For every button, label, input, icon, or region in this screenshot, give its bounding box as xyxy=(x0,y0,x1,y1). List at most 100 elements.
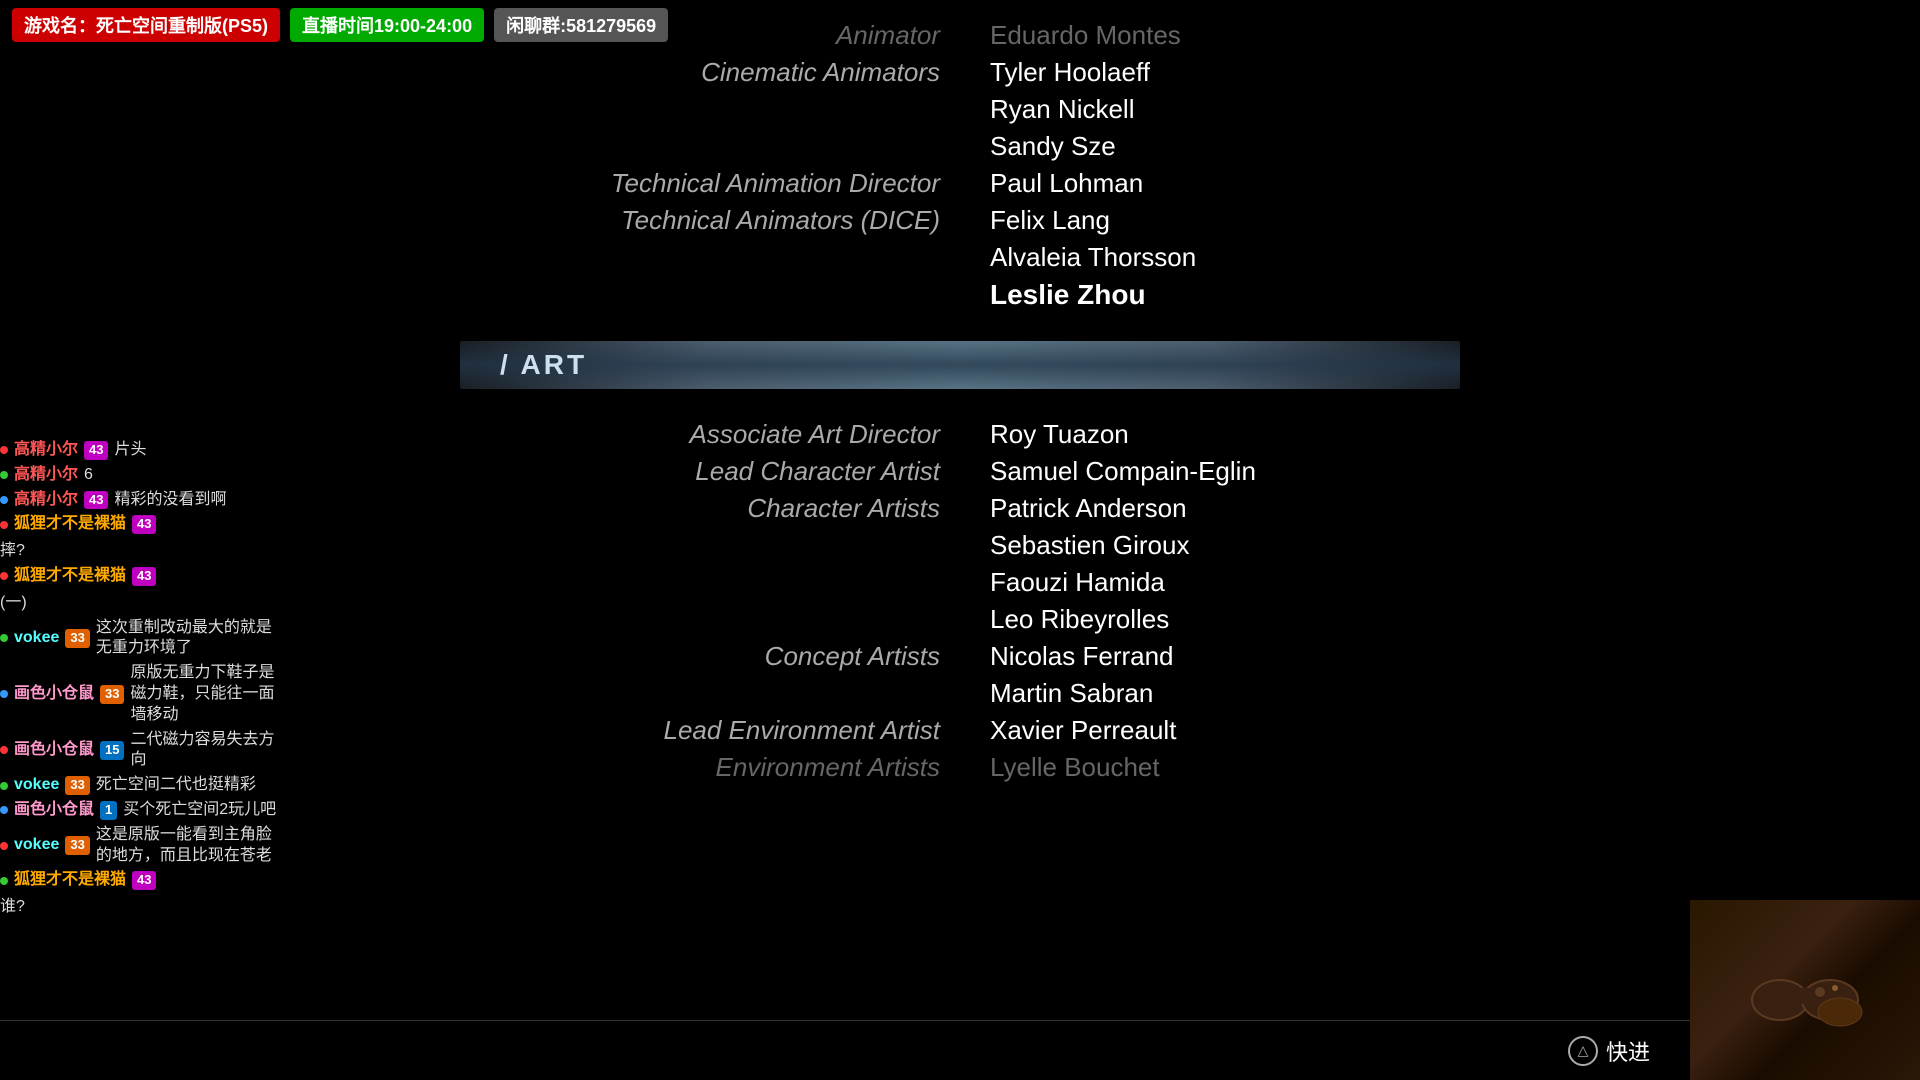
game-title-badge: 游戏名：死亡空间重制版(PS5) xyxy=(12,8,280,42)
fast-forward-label: 快进 xyxy=(1606,1035,1650,1067)
credit-row-faouzi: Faouzi Hamida xyxy=(360,567,1560,598)
chat-text: (一) xyxy=(0,593,280,614)
credit-name: Roy Tuazon xyxy=(980,419,1560,450)
chat-badge: 33 xyxy=(65,836,89,855)
chat-username: 高精小尔 xyxy=(14,490,78,511)
credit-role: Environment Artists xyxy=(400,752,980,783)
credit-name: Felix Lang xyxy=(980,205,1560,236)
credit-name: Faouzi Hamida xyxy=(980,567,1560,598)
chat-text: 这次重制改动最大的就是无重力环境了 xyxy=(96,618,280,660)
chat-badge: 43 xyxy=(132,567,156,586)
chat-username: vokee xyxy=(14,775,59,796)
credit-row-tech-anim-dice: Technical Animators (DICE) Felix Lang xyxy=(360,205,1560,236)
credit-row-leslie: Leslie Zhou xyxy=(360,279,1560,311)
credit-role: Concept Artists xyxy=(400,641,980,672)
credit-row-lead-env: Lead Environment Artist Xavier Perreault xyxy=(360,715,1560,746)
credit-role xyxy=(400,530,980,561)
chat-username: 狐狸才不是裸猫 xyxy=(14,514,126,535)
credit-row-concept: Concept Artists Nicolas Ferrand xyxy=(360,641,1560,672)
section-label: / ART xyxy=(500,349,587,381)
chat-username: vokee xyxy=(14,628,59,649)
credit-row-martin: Martin Sabran xyxy=(360,678,1560,709)
credit-row-assoc-art-dir: Associate Art Director Roy Tuazon xyxy=(360,419,1560,450)
online-dot xyxy=(0,521,8,529)
credit-role: Cinematic Animators xyxy=(400,57,980,88)
credit-role xyxy=(400,604,980,635)
chat-username: vokee xyxy=(14,835,59,856)
credit-row-env-artists: Environment Artists Lyelle Bouchet xyxy=(360,752,1560,783)
credit-role xyxy=(400,94,980,125)
art-credits: Associate Art Director Roy Tuazon Lead C… xyxy=(360,419,1560,783)
credit-role: Lead Environment Artist xyxy=(400,715,980,746)
credits-content: Animator Eduardo Montes Cinematic Animat… xyxy=(360,20,1560,789)
credit-row-ryan: Ryan Nickell xyxy=(360,94,1560,125)
online-dot xyxy=(0,877,8,885)
credit-row-sandy: Sandy Sze xyxy=(360,131,1560,162)
credit-role: Character Artists xyxy=(400,493,980,524)
chat-username: 高精小尔 xyxy=(14,440,78,461)
chat-badge: 43 xyxy=(132,515,156,534)
credit-name: Xavier Perreault xyxy=(980,715,1560,746)
art-section-divider: / ART xyxy=(460,341,1460,389)
chat-message: 高精小尔 43 精彩的没看到啊 xyxy=(0,490,280,511)
chat-message: vokee 33 死亡空间二代也挺精彩 xyxy=(0,775,280,796)
credit-name: Tyler Hoolaeff xyxy=(980,57,1560,88)
chat-message: 画色小仓鼠 15 二代磁力容易失去方向 xyxy=(0,730,280,772)
chat-username: 高精小尔 xyxy=(14,465,78,486)
chat-text: 谁? xyxy=(0,897,280,918)
chat-text: 原版无重力下鞋子是磁力鞋，只能往一面墙移动 xyxy=(130,663,280,725)
chat-text: 6 xyxy=(84,465,280,486)
credit-name: Patrick Anderson xyxy=(980,493,1560,524)
credit-role xyxy=(400,131,980,162)
credit-row-char-artists: Character Artists Patrick Anderson xyxy=(360,493,1560,524)
credit-role xyxy=(400,279,980,311)
credit-role xyxy=(400,678,980,709)
chat-message: 高精小尔 6 xyxy=(0,465,280,486)
triangle-button-icon[interactable]: △ xyxy=(1568,1036,1598,1066)
chat-message: vokee 33 这次重制改动最大的就是无重力环境了 xyxy=(0,618,280,660)
video-inner xyxy=(1690,900,1920,1080)
credit-row-lead-char: Lead Character Artist Samuel Compain-Egl… xyxy=(360,456,1560,487)
chat-message: 画色小仓鼠 1 买个死亡空间2玩儿吧 xyxy=(0,800,280,821)
fast-forward-control[interactable]: △ 快进 xyxy=(1568,1035,1650,1067)
chat-message: 高精小尔 43 片头 xyxy=(0,440,280,461)
credit-name: Nicolas Ferrand xyxy=(980,641,1560,672)
credit-row-cinematic: Cinematic Animators Tyler Hoolaeff xyxy=(360,57,1560,88)
chat-username: 画色小仓鼠 xyxy=(14,800,94,821)
video-thumbnail xyxy=(1690,900,1920,1080)
credit-row-leo: Leo Ribeyrolles xyxy=(360,604,1560,635)
chat-badge: 43 xyxy=(84,491,108,510)
credit-row-tech-anim-dir: Technical Animation Director Paul Lohman xyxy=(360,168,1560,199)
online-dot xyxy=(0,496,8,504)
credit-role: Associate Art Director xyxy=(400,419,980,450)
chat-badge: 33 xyxy=(65,776,89,795)
credit-name: Leo Ribeyrolles xyxy=(980,604,1560,635)
chat-overlay: 高精小尔 43 片头 高精小尔 6 高精小尔 43 精彩的没看到啊 狐狸才不是裸… xyxy=(0,440,280,922)
top-bar: 游戏名：死亡空间重制版(PS5) 直播时间19:00-24:00 闲聊群:581… xyxy=(0,0,1920,50)
chat-message: 画色小仓鼠 33 原版无重力下鞋子是磁力鞋，只能往一面墙移动 xyxy=(0,663,280,725)
credit-name: Alvaleia Thorsson xyxy=(980,242,1560,273)
online-dot xyxy=(0,842,8,850)
chat-message: 狐狸才不是裸猫 43 摔? xyxy=(0,514,280,562)
chat-text: 片头 xyxy=(114,440,280,461)
chat-text: 二代磁力容易失去方向 xyxy=(130,730,280,772)
credit-name: Sebastien Giroux xyxy=(980,530,1560,561)
group-badge: 闲聊群:581279569 xyxy=(494,8,668,42)
chat-username: 画色小仓鼠 xyxy=(14,740,94,761)
online-dot xyxy=(0,746,8,754)
online-dot xyxy=(0,690,8,698)
controller-icon xyxy=(1745,950,1865,1030)
credit-name: Lyelle Bouchet xyxy=(980,752,1560,783)
online-dot xyxy=(0,446,8,454)
chat-badge: 43 xyxy=(84,441,108,460)
credit-name: Leslie Zhou xyxy=(980,279,1560,311)
chat-badge: 33 xyxy=(100,685,124,704)
chat-username: 狐狸才不是裸猫 xyxy=(14,566,126,587)
chat-badge: 1 xyxy=(100,801,117,820)
stream-time-badge: 直播时间19:00-24:00 xyxy=(290,8,484,42)
credit-row-sebastien: Sebastien Giroux xyxy=(360,530,1560,561)
credit-name: Samuel Compain-Eglin xyxy=(980,456,1560,487)
online-dot xyxy=(0,806,8,814)
pre-art-credits: Animator Eduardo Montes Cinematic Animat… xyxy=(360,20,1560,311)
chat-text: 死亡空间二代也挺精彩 xyxy=(96,775,280,796)
